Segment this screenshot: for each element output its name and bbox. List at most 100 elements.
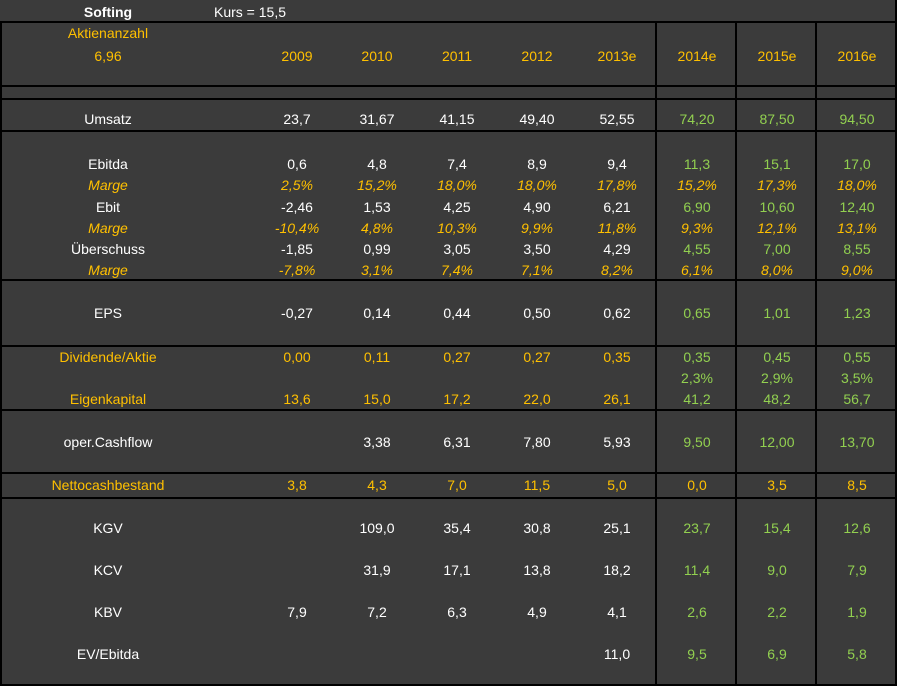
table-cell: 0,50 bbox=[523, 305, 551, 321]
year-header-cell: 2011 bbox=[441, 48, 473, 64]
table-cell: 7,9 bbox=[847, 562, 867, 578]
table-cell: 4,9 bbox=[527, 604, 547, 620]
row-label: Marge bbox=[88, 177, 128, 193]
table-cell: 30,8 bbox=[523, 520, 551, 536]
table-cell: 18,2 bbox=[603, 562, 631, 578]
row-label: Nettocashbestand bbox=[51, 477, 165, 493]
table-cell bbox=[259, 560, 335, 580]
table-cell: 13,8 bbox=[523, 562, 551, 578]
table-cell: 2,5% bbox=[281, 177, 313, 193]
table-cell: 5,0 bbox=[607, 477, 627, 493]
table-cell: 10,3% bbox=[437, 220, 477, 236]
year-header-cell: 2013e bbox=[597, 48, 637, 64]
table-cell: 4,55 bbox=[683, 241, 711, 257]
row-divider bbox=[0, 98, 897, 100]
row-label: Umsatz bbox=[84, 111, 132, 127]
year-header-cell: 2009 bbox=[281, 48, 313, 64]
row-label: KCV bbox=[93, 562, 123, 578]
table-cell: 12,6 bbox=[843, 520, 871, 536]
table-cell: -2,46 bbox=[281, 199, 313, 215]
table-cell: 6,1% bbox=[681, 262, 713, 278]
table-cell: 17,3% bbox=[757, 177, 797, 193]
table-cell: 52,55 bbox=[599, 111, 635, 127]
table-cell: 1,01 bbox=[763, 305, 791, 321]
row-divider bbox=[0, 345, 897, 347]
shares-label: Aktienanzahl bbox=[67, 25, 149, 41]
table-cell: 6,90 bbox=[683, 199, 711, 215]
row-label bbox=[0, 368, 216, 388]
table-cell bbox=[339, 644, 415, 664]
table-cell: 23,7 bbox=[283, 111, 311, 127]
table-cell: 7,0 bbox=[447, 477, 467, 493]
table-cell: 2,9% bbox=[761, 370, 793, 386]
row-label: KBV bbox=[93, 604, 122, 620]
column-divider bbox=[0, 21, 2, 686]
table-cell: 5,93 bbox=[603, 434, 631, 450]
row-label: Überschuss bbox=[71, 241, 145, 257]
row-divider bbox=[0, 279, 897, 281]
table-cell: 87,50 bbox=[759, 111, 795, 127]
table-cell: 0,99 bbox=[363, 241, 391, 257]
table-cell: 8,2% bbox=[601, 262, 633, 278]
table-cell: 18,0% bbox=[837, 177, 877, 193]
table-cell: 15,4 bbox=[763, 520, 791, 536]
table-cell: 7,4 bbox=[447, 156, 467, 172]
table-cell: 41,2 bbox=[683, 391, 711, 407]
table-cell: 6,3 bbox=[447, 604, 467, 620]
table-cell bbox=[499, 644, 575, 664]
table-cell: 4,25 bbox=[443, 199, 471, 215]
row-label: Marge bbox=[88, 220, 128, 236]
table-cell bbox=[259, 368, 335, 388]
table-cell: 6,31 bbox=[443, 434, 471, 450]
table-cell: 0,00 bbox=[283, 349, 311, 365]
table-cell: 15,0 bbox=[363, 391, 391, 407]
table-cell: 3,5 bbox=[767, 477, 787, 493]
column-divider bbox=[735, 21, 737, 686]
table-cell: 12,00 bbox=[759, 434, 795, 450]
year-header-cell: 2016e bbox=[837, 48, 877, 64]
table-cell: 9,3% bbox=[681, 220, 713, 236]
table-cell: 17,8% bbox=[597, 177, 637, 193]
table-cell: 109,0 bbox=[359, 520, 395, 536]
row-label: KGV bbox=[93, 520, 123, 536]
table-cell: 0,65 bbox=[683, 305, 711, 321]
table-cell: 17,0 bbox=[843, 156, 871, 172]
table-cell: 49,40 bbox=[519, 111, 555, 127]
table-cell: 31,67 bbox=[359, 111, 395, 127]
table-cell: 1,23 bbox=[843, 305, 871, 321]
row-divider bbox=[0, 21, 897, 23]
table-cell: -1,85 bbox=[281, 241, 313, 257]
table-cell: 11,3 bbox=[683, 156, 711, 172]
table-cell: 12,1% bbox=[757, 220, 797, 236]
table-cell: 7,80 bbox=[523, 434, 551, 450]
table-cell: 9,0 bbox=[767, 562, 787, 578]
table-cell: 9,5 bbox=[687, 646, 707, 662]
table-cell: 3,50 bbox=[523, 241, 551, 257]
row-label: EPS bbox=[93, 305, 122, 321]
table-cell: 2,6 bbox=[687, 604, 707, 620]
table-cell: 8,5 bbox=[847, 477, 867, 493]
table-cell: 0,11 bbox=[363, 349, 391, 365]
table-cell: 7,1% bbox=[521, 262, 553, 278]
table-cell: 8,55 bbox=[843, 241, 871, 257]
table-cell: 15,2% bbox=[677, 177, 717, 193]
table-cell: 0,55 bbox=[843, 349, 871, 365]
table-cell bbox=[259, 644, 335, 664]
table-cell: 0,45 bbox=[763, 349, 791, 365]
table-cell: 3,38 bbox=[363, 434, 391, 450]
table-cell bbox=[259, 518, 335, 538]
table-cell: 11,5 bbox=[523, 477, 551, 493]
table-cell: 41,15 bbox=[439, 111, 475, 127]
row-divider bbox=[0, 85, 897, 87]
row-label: Dividende/Aktie bbox=[59, 349, 157, 365]
table-cell: 26,1 bbox=[603, 391, 631, 407]
row-label: oper.Cashflow bbox=[63, 434, 153, 450]
table-cell: 5,8 bbox=[847, 646, 867, 662]
table-cell bbox=[499, 368, 575, 388]
table-cell: 23,7 bbox=[683, 520, 711, 536]
table-cell: 0,35 bbox=[683, 349, 711, 365]
row-label: EV/Ebitda bbox=[76, 646, 140, 662]
table-cell: 0,14 bbox=[363, 305, 391, 321]
table-cell: 7,4% bbox=[441, 262, 473, 278]
year-header-cell: 2014e bbox=[677, 48, 717, 64]
